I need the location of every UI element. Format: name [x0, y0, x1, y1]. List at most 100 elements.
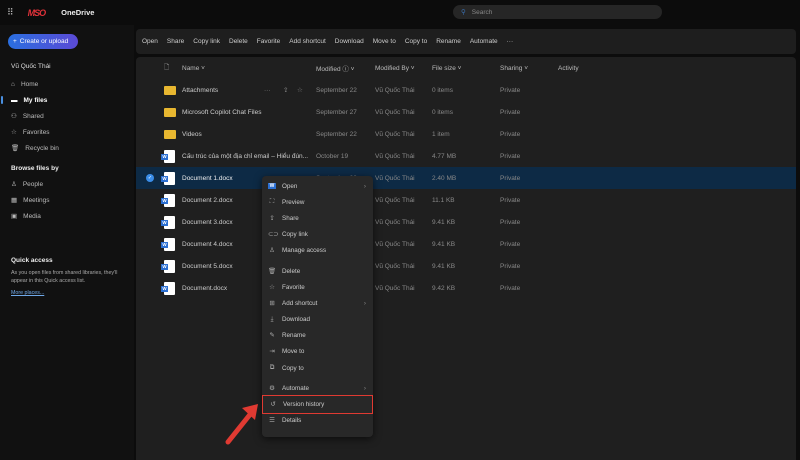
modified-by: Vũ Quốc Thái	[375, 108, 415, 116]
modified-date: October 19	[316, 152, 349, 160]
file-size: 9.41 KB	[432, 262, 456, 270]
file-row[interactable]: Microsoft Copilot Chat Files September 2…	[136, 101, 796, 123]
file-row[interactable]: Videos September 22 Vũ Quốc Thái 1 item …	[136, 123, 796, 145]
word-icon: W	[268, 183, 276, 190]
file-row[interactable]: ✓ Document 1.docx September 22 Vũ Quốc T…	[136, 167, 796, 189]
col-sharing[interactable]: Sharing ˅	[500, 65, 528, 72]
file-name[interactable]: Cấu trúc của một địa chỉ email – Hiểu đú…	[182, 153, 308, 160]
sidebar-item-favorites[interactable]: ☆ Favorites	[0, 125, 134, 139]
file-name[interactable]: Attachments	[182, 87, 218, 94]
col-file-size[interactable]: File size ˅	[432, 65, 461, 72]
context-menu: W Open › ⛶ Preview ⇪ Share ⊂⊃ Copy link ♙ Manage a…	[262, 176, 373, 437]
menu-item-favorite[interactable]: ☆ Favorite	[262, 279, 373, 295]
checkmark-icon[interactable]: ✓	[146, 174, 154, 182]
file-type-icon: 🗋	[164, 63, 170, 71]
search-icon: ⚲	[461, 9, 466, 16]
file-name[interactable]: Document 2.docx	[182, 197, 233, 204]
app-launcher-icon[interactable]: ⠿	[7, 7, 14, 18]
toolbar-share-button[interactable]: Share	[167, 38, 184, 45]
toolbar-rename-button[interactable]: Rename	[436, 38, 461, 45]
modified-by: Vũ Quốc Thái	[375, 152, 415, 160]
toolbar-download-button[interactable]: Download	[335, 38, 364, 45]
sidebar-item-people[interactable]: ♙ People	[0, 177, 134, 191]
file-name[interactable]: Document 5.docx	[182, 263, 233, 270]
file-size: 0 items	[432, 108, 453, 116]
favorite-star-icon[interactable]: ☆	[297, 86, 303, 94]
sidebar-item-media[interactable]: ▣ Media	[0, 209, 134, 223]
file-name[interactable]: Document 3.docx	[182, 219, 233, 226]
toolbar-automate-button[interactable]: Automate	[470, 38, 498, 45]
menu-item-share[interactable]: ⇪ Share	[262, 210, 373, 226]
create-upload-button[interactable]: + Create or upload	[8, 34, 78, 49]
folder-icon: ▬	[11, 96, 18, 104]
menu-item-rename[interactable]: ✎ Rename	[262, 328, 373, 344]
preview-icon: ⛶	[269, 198, 275, 206]
menu-item-automate[interactable]: ⚙ Automate ›	[262, 380, 373, 396]
link-icon: ⊂⊃	[268, 231, 279, 239]
file-name[interactable]: Document 1.docx	[182, 175, 233, 182]
calendar-icon: ▦	[11, 197, 18, 204]
menu-item-download[interactable]: ⤓ Download	[262, 312, 373, 328]
file-row[interactable]: Cấu trúc của một địa chỉ email – Hiểu đú…	[136, 145, 796, 167]
toolbar-copy-link-button[interactable]: Copy link	[193, 38, 220, 45]
chevron-right-icon: ›	[363, 299, 366, 307]
modified-by: Vũ Quốc Thái	[375, 262, 415, 270]
share-icon: ⇪	[269, 214, 275, 222]
file-row[interactable]: Document.docx Vũ Quốc Thái 9.42 KB Priva…	[136, 277, 796, 299]
menu-item-manage-access[interactable]: ♙ Manage access	[262, 243, 373, 259]
toolbar-move-to-button[interactable]: Move to	[373, 38, 396, 45]
sidebar-item-shared[interactable]: ⚇ Shared	[0, 109, 134, 123]
file-row[interactable]: Document 5.docx Vũ Quốc Thái 9.41 KB Pri…	[136, 255, 796, 277]
more-icon[interactable]: ···	[264, 87, 271, 94]
quick-access-heading: Quick access	[11, 257, 53, 264]
toolbar-delete-button[interactable]: Delete	[229, 38, 248, 45]
menu-item-preview[interactable]: ⛶ Preview	[262, 194, 373, 210]
toolbar-more-button[interactable]: ···	[507, 38, 514, 45]
word-doc-icon	[161, 149, 175, 163]
menu-item-add-shortcut[interactable]: ⊞ Add shortcut ›	[262, 295, 373, 311]
toolbar-add-shortcut-button[interactable]: Add shortcut	[289, 38, 326, 45]
toolbar-open-button[interactable]: Open	[142, 38, 158, 45]
sidebar-item-my-files[interactable]: ▬ My files	[0, 93, 134, 107]
file-name[interactable]: Videos	[182, 131, 202, 138]
file-name[interactable]: Microsoft Copilot Chat Files	[182, 109, 261, 116]
toolbar-favorite-button[interactable]: Favorite	[257, 38, 280, 45]
share-icon[interactable]: ⇪	[283, 86, 288, 94]
sharing-status: Private	[500, 152, 521, 160]
sidebar-item-meetings[interactable]: ▦ Meetings	[0, 193, 134, 207]
menu-item-copy-link[interactable]: ⊂⊃ Copy link	[262, 227, 373, 243]
file-size: 1 item	[432, 130, 450, 138]
file-row[interactable]: Attachments ··· ⇪ ☆ September 22 Vũ Quốc T…	[136, 79, 796, 101]
move-icon: ⇥	[269, 348, 275, 356]
menu-item-open[interactable]: W Open ›	[262, 178, 373, 194]
file-name[interactable]: Document 4.docx	[182, 241, 233, 248]
browse-heading: Browse files by	[11, 165, 59, 172]
menu-item-move-to[interactable]: ⇥ Move to	[262, 344, 373, 360]
menu-item-details[interactable]: ☰ Details	[262, 413, 373, 429]
menu-item-copy-to[interactable]: ⧉ Copy to	[262, 360, 373, 376]
menu-item-delete[interactable]: 🗑 Delete	[262, 263, 373, 279]
red-arrow-annotation	[225, 404, 258, 445]
more-places-link[interactable]: More places...	[11, 290, 44, 296]
history-icon: ↺	[270, 401, 276, 409]
file-row[interactable]: Document 4.docx Vũ Quốc Thái 9.41 KB Pri…	[136, 233, 796, 255]
sidebar-item-home[interactable]: ⌂ Home	[0, 77, 134, 91]
search-input[interactable]: ⚲ Search	[453, 5, 662, 19]
modified-date: September 22	[316, 86, 357, 94]
col-modified-by[interactable]: Modified By ˅	[375, 65, 415, 72]
modified-by: Vũ Quốc Thái	[375, 174, 415, 182]
sidebar-item-recycle-bin[interactable]: 🗑 Recycle bin	[0, 141, 134, 155]
top-bar: ⠿ MSO OneDrive ⚲ Search	[0, 0, 800, 25]
toolbar-copy-to-button[interactable]: Copy to	[405, 38, 427, 45]
file-name[interactable]: Document.docx	[182, 285, 227, 292]
file-size: 9.41 KB	[432, 240, 456, 248]
file-row[interactable]: Document 3.docx Vũ Quốc Thái 9.41 KB Pri…	[136, 211, 796, 233]
app-name[interactable]: OneDrive	[61, 8, 94, 17]
menu-item-version-history[interactable]: ↺ Version history	[262, 395, 373, 414]
chevron-right-icon: ›	[363, 384, 366, 392]
file-row[interactable]: Document 2.docx Vũ Quốc Thái 11.1 KB Pri…	[136, 189, 796, 211]
word-doc-icon	[161, 171, 175, 185]
col-name[interactable]: Name ˅	[182, 65, 205, 72]
col-modified[interactable]: Modified ⓘ ˅	[316, 63, 354, 73]
modified-by: Vũ Quốc Thái	[375, 284, 415, 292]
